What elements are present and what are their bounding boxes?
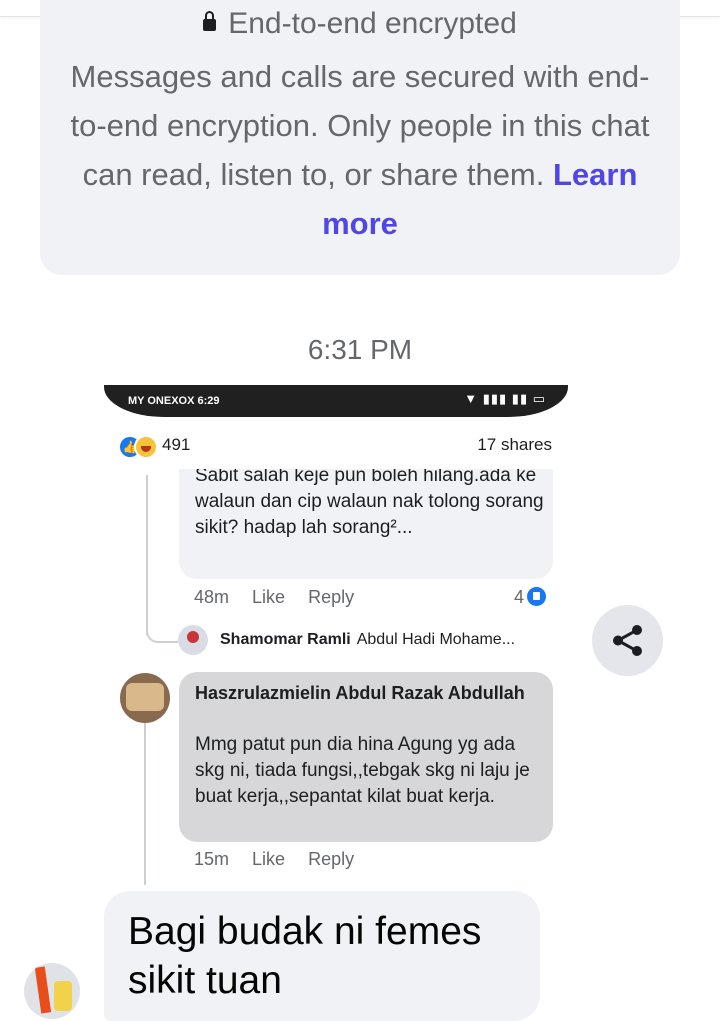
- comment-reply: Reply: [308, 849, 355, 869]
- lock-icon: [203, 11, 217, 31]
- status-icons: ▼ ▮▮▮ ▮▮ ▭: [464, 391, 546, 406]
- comment-like-count: 4: [514, 587, 547, 608]
- comment-like: Like: [252, 849, 286, 869]
- encryption-title-row: End-to-end encrypted: [40, 6, 680, 42]
- comment-text: Mmg patut pun dia hina Agung yg ada skg …: [195, 734, 530, 807]
- share-button[interactable]: [592, 605, 663, 676]
- thread-connector: [146, 625, 178, 643]
- comment-meta: 15m Like Reply: [194, 849, 372, 870]
- shares-count: 17 shares: [477, 435, 552, 454]
- comment-bubble: Sabit salah keje pun boleh hilang.ada ke…: [179, 469, 553, 579]
- comment-author: Haszrulazmielin Abdul Razak Abdullah: [195, 683, 525, 703]
- like-icon: [527, 587, 547, 606]
- reaction-count: 491: [162, 435, 191, 454]
- shared-screenshot-image[interactable]: MY ONEXOX 6:29 ▼ ▮▮▮ ▮▮ ▭ 👍 491 17 share…: [104, 385, 568, 885]
- reply-preview: Shamomar Ramli Abdul Hadi Mohame...: [220, 631, 515, 649]
- encryption-notice: End-to-end encrypted Messages and calls …: [40, 0, 680, 275]
- message-text: Bagi budak ni femes sikit tuan: [128, 910, 482, 1002]
- message-timestamp: 6:31 PM: [307, 334, 413, 365]
- avatar: [178, 625, 208, 655]
- reply-author: Shamomar Ramli: [220, 631, 351, 648]
- comment-meta: 48m Like Reply: [194, 587, 372, 608]
- thread-line: [146, 475, 148, 635]
- comment-text: Sabit salah keje pun boleh hilang.ada ke…: [195, 469, 544, 538]
- comment-bubble: Haszrulazmielin Abdul Razak Abdullah Mmg…: [179, 672, 553, 842]
- sender-avatar[interactable]: [24, 963, 80, 1019]
- comment-time: 15m: [194, 849, 230, 869]
- encryption-title: End-to-end encrypted: [228, 7, 517, 40]
- thread-line: [144, 723, 146, 885]
- encryption-body-wrap: Messages and calls are secured with end-…: [70, 52, 650, 248]
- phone-status-bar: MY ONEXOX 6:29 ▼ ▮▮▮ ▮▮ ▭: [104, 385, 568, 417]
- carrier-label: MY ONEXOX 6:29: [128, 395, 220, 407]
- comment-time: 48m: [194, 587, 230, 607]
- share-icon: [613, 625, 642, 656]
- comment-like: Like: [252, 587, 286, 607]
- reply-snippet: Abdul Hadi Mohame...: [356, 631, 516, 648]
- avatar: [120, 673, 170, 723]
- haha-reaction-icon: [134, 435, 158, 459]
- comment-reply: Reply: [308, 587, 355, 607]
- message-bubble[interactable]: Bagi budak ni femes sikit tuan: [104, 891, 540, 1021]
